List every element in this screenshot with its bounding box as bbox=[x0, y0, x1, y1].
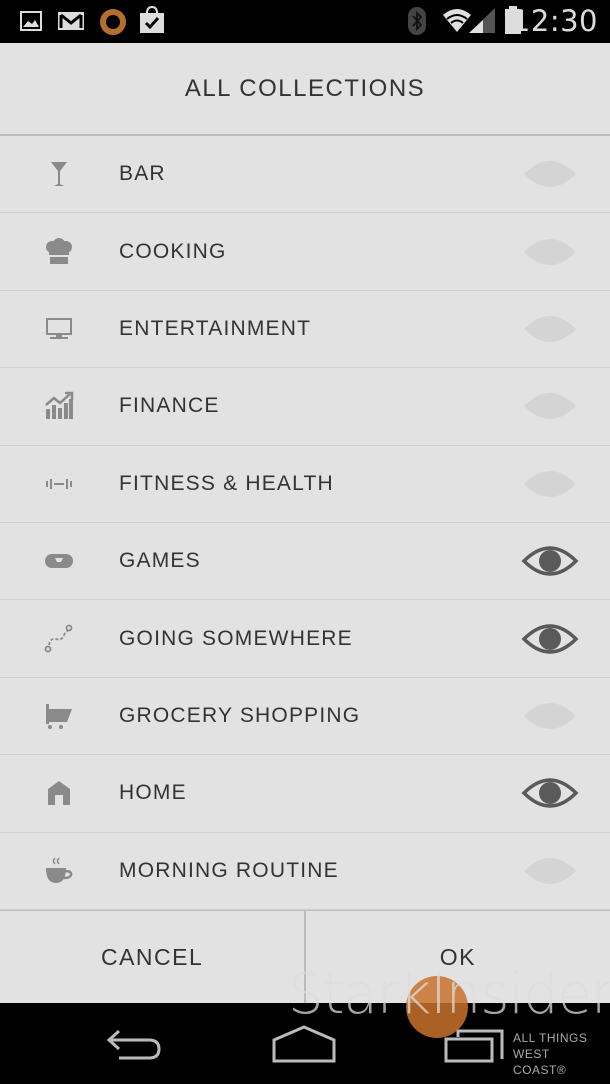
eye-toggle-icon[interactable] bbox=[520, 851, 580, 891]
eye-hidden-shape bbox=[524, 393, 576, 420]
eye-hidden-shape bbox=[524, 315, 576, 342]
eye-pupil bbox=[539, 782, 561, 805]
eye-hidden-shape bbox=[524, 470, 576, 497]
collection-label: GROCERY SHOPPING bbox=[119, 703, 361, 727]
back-icon[interactable] bbox=[105, 1027, 165, 1061]
eye-toggle-icon[interactable] bbox=[520, 309, 580, 349]
eye-hidden-shape bbox=[524, 702, 576, 729]
collection-row-finance[interactable]: FINANCE bbox=[0, 368, 610, 446]
gallery-icon bbox=[20, 11, 42, 31]
play-store-icon bbox=[140, 5, 164, 33]
ok-button[interactable]: OK bbox=[306, 911, 610, 1003]
eye-toggle-icon[interactable] bbox=[520, 619, 580, 659]
collection-row-bar[interactable]: BAR bbox=[0, 136, 610, 214]
collections-dialog: ALL COLLECTIONS BAR COOKING ENTERTAINMEN… bbox=[0, 43, 610, 1003]
eye-toggle-icon[interactable] bbox=[520, 696, 580, 736]
collection-label: FITNESS & HEALTH bbox=[119, 471, 334, 495]
collection-row-entertainment[interactable]: ENTERTAINMENT bbox=[0, 291, 610, 369]
route-icon bbox=[42, 622, 76, 656]
collection-row-grocery-shopping[interactable]: GROCERY SHOPPING bbox=[0, 678, 610, 756]
eye-toggle-icon[interactable] bbox=[520, 541, 580, 581]
monitor-icon bbox=[42, 312, 76, 346]
collection-row-fitness-health[interactable]: FITNESS & HEALTH bbox=[0, 446, 610, 523]
house-icon bbox=[42, 776, 76, 810]
collection-row-going-somewhere[interactable]: GOING SOMEWHERE bbox=[0, 600, 610, 678]
collection-row-games[interactable]: GAMES bbox=[0, 523, 610, 601]
collections-list: BAR COOKING ENTERTAINMENT FINANCE FITNES… bbox=[0, 136, 610, 910]
gmail-icon bbox=[58, 12, 84, 30]
wifi-icon bbox=[443, 8, 495, 33]
eye-hidden-shape bbox=[524, 857, 576, 884]
chef-hat-icon bbox=[42, 235, 76, 269]
recents-icon[interactable] bbox=[444, 1029, 508, 1065]
navigation-bar bbox=[0, 1003, 610, 1084]
cart-icon bbox=[42, 699, 76, 733]
collection-label: GAMES bbox=[119, 549, 201, 573]
eye-toggle-icon[interactable] bbox=[520, 232, 580, 272]
clock: 12:30 bbox=[511, 4, 598, 38]
collection-label: GOING SOMEWHERE bbox=[119, 626, 353, 650]
status-bar: 12:30 bbox=[0, 0, 610, 43]
collection-row-cooking[interactable]: COOKING bbox=[0, 213, 610, 291]
collection-row-morning-routine[interactable]: MORNING ROUTINE bbox=[0, 833, 610, 910]
eye-toggle-icon[interactable] bbox=[520, 386, 580, 426]
collection-label: ENTERTAINMENT bbox=[119, 316, 312, 340]
gamepad-icon bbox=[42, 544, 76, 578]
dialog-header: ALL COLLECTIONS bbox=[0, 43, 610, 136]
cocktail-glass-icon bbox=[42, 157, 76, 191]
coffee-cup-icon bbox=[42, 854, 76, 888]
cancel-button[interactable]: CANCEL bbox=[0, 911, 304, 1003]
eye-toggle-icon[interactable] bbox=[520, 773, 580, 813]
collection-label: MORNING ROUTINE bbox=[119, 858, 339, 882]
eye-pupil bbox=[539, 627, 561, 650]
eye-pupil bbox=[539, 550, 561, 573]
eye-toggle-icon[interactable] bbox=[520, 464, 580, 504]
collection-row-home[interactable]: HOME bbox=[0, 755, 610, 833]
bluetooth-icon bbox=[408, 7, 426, 35]
collection-label: BAR bbox=[119, 162, 166, 186]
home-icon[interactable] bbox=[272, 1025, 336, 1063]
chart-growth-icon bbox=[42, 389, 76, 423]
circle-app-icon bbox=[100, 9, 126, 35]
collection-label: HOME bbox=[119, 781, 187, 805]
dialog-footer: CANCEL OK bbox=[0, 910, 610, 1003]
dumbbell-icon bbox=[42, 467, 76, 501]
collection-label: FINANCE bbox=[119, 394, 220, 418]
collection-label: COOKING bbox=[119, 239, 227, 263]
dialog-title: ALL COLLECTIONS bbox=[184, 74, 426, 102]
eye-toggle-icon[interactable] bbox=[520, 154, 580, 194]
eye-hidden-shape bbox=[524, 238, 576, 265]
eye-hidden-shape bbox=[524, 161, 576, 188]
